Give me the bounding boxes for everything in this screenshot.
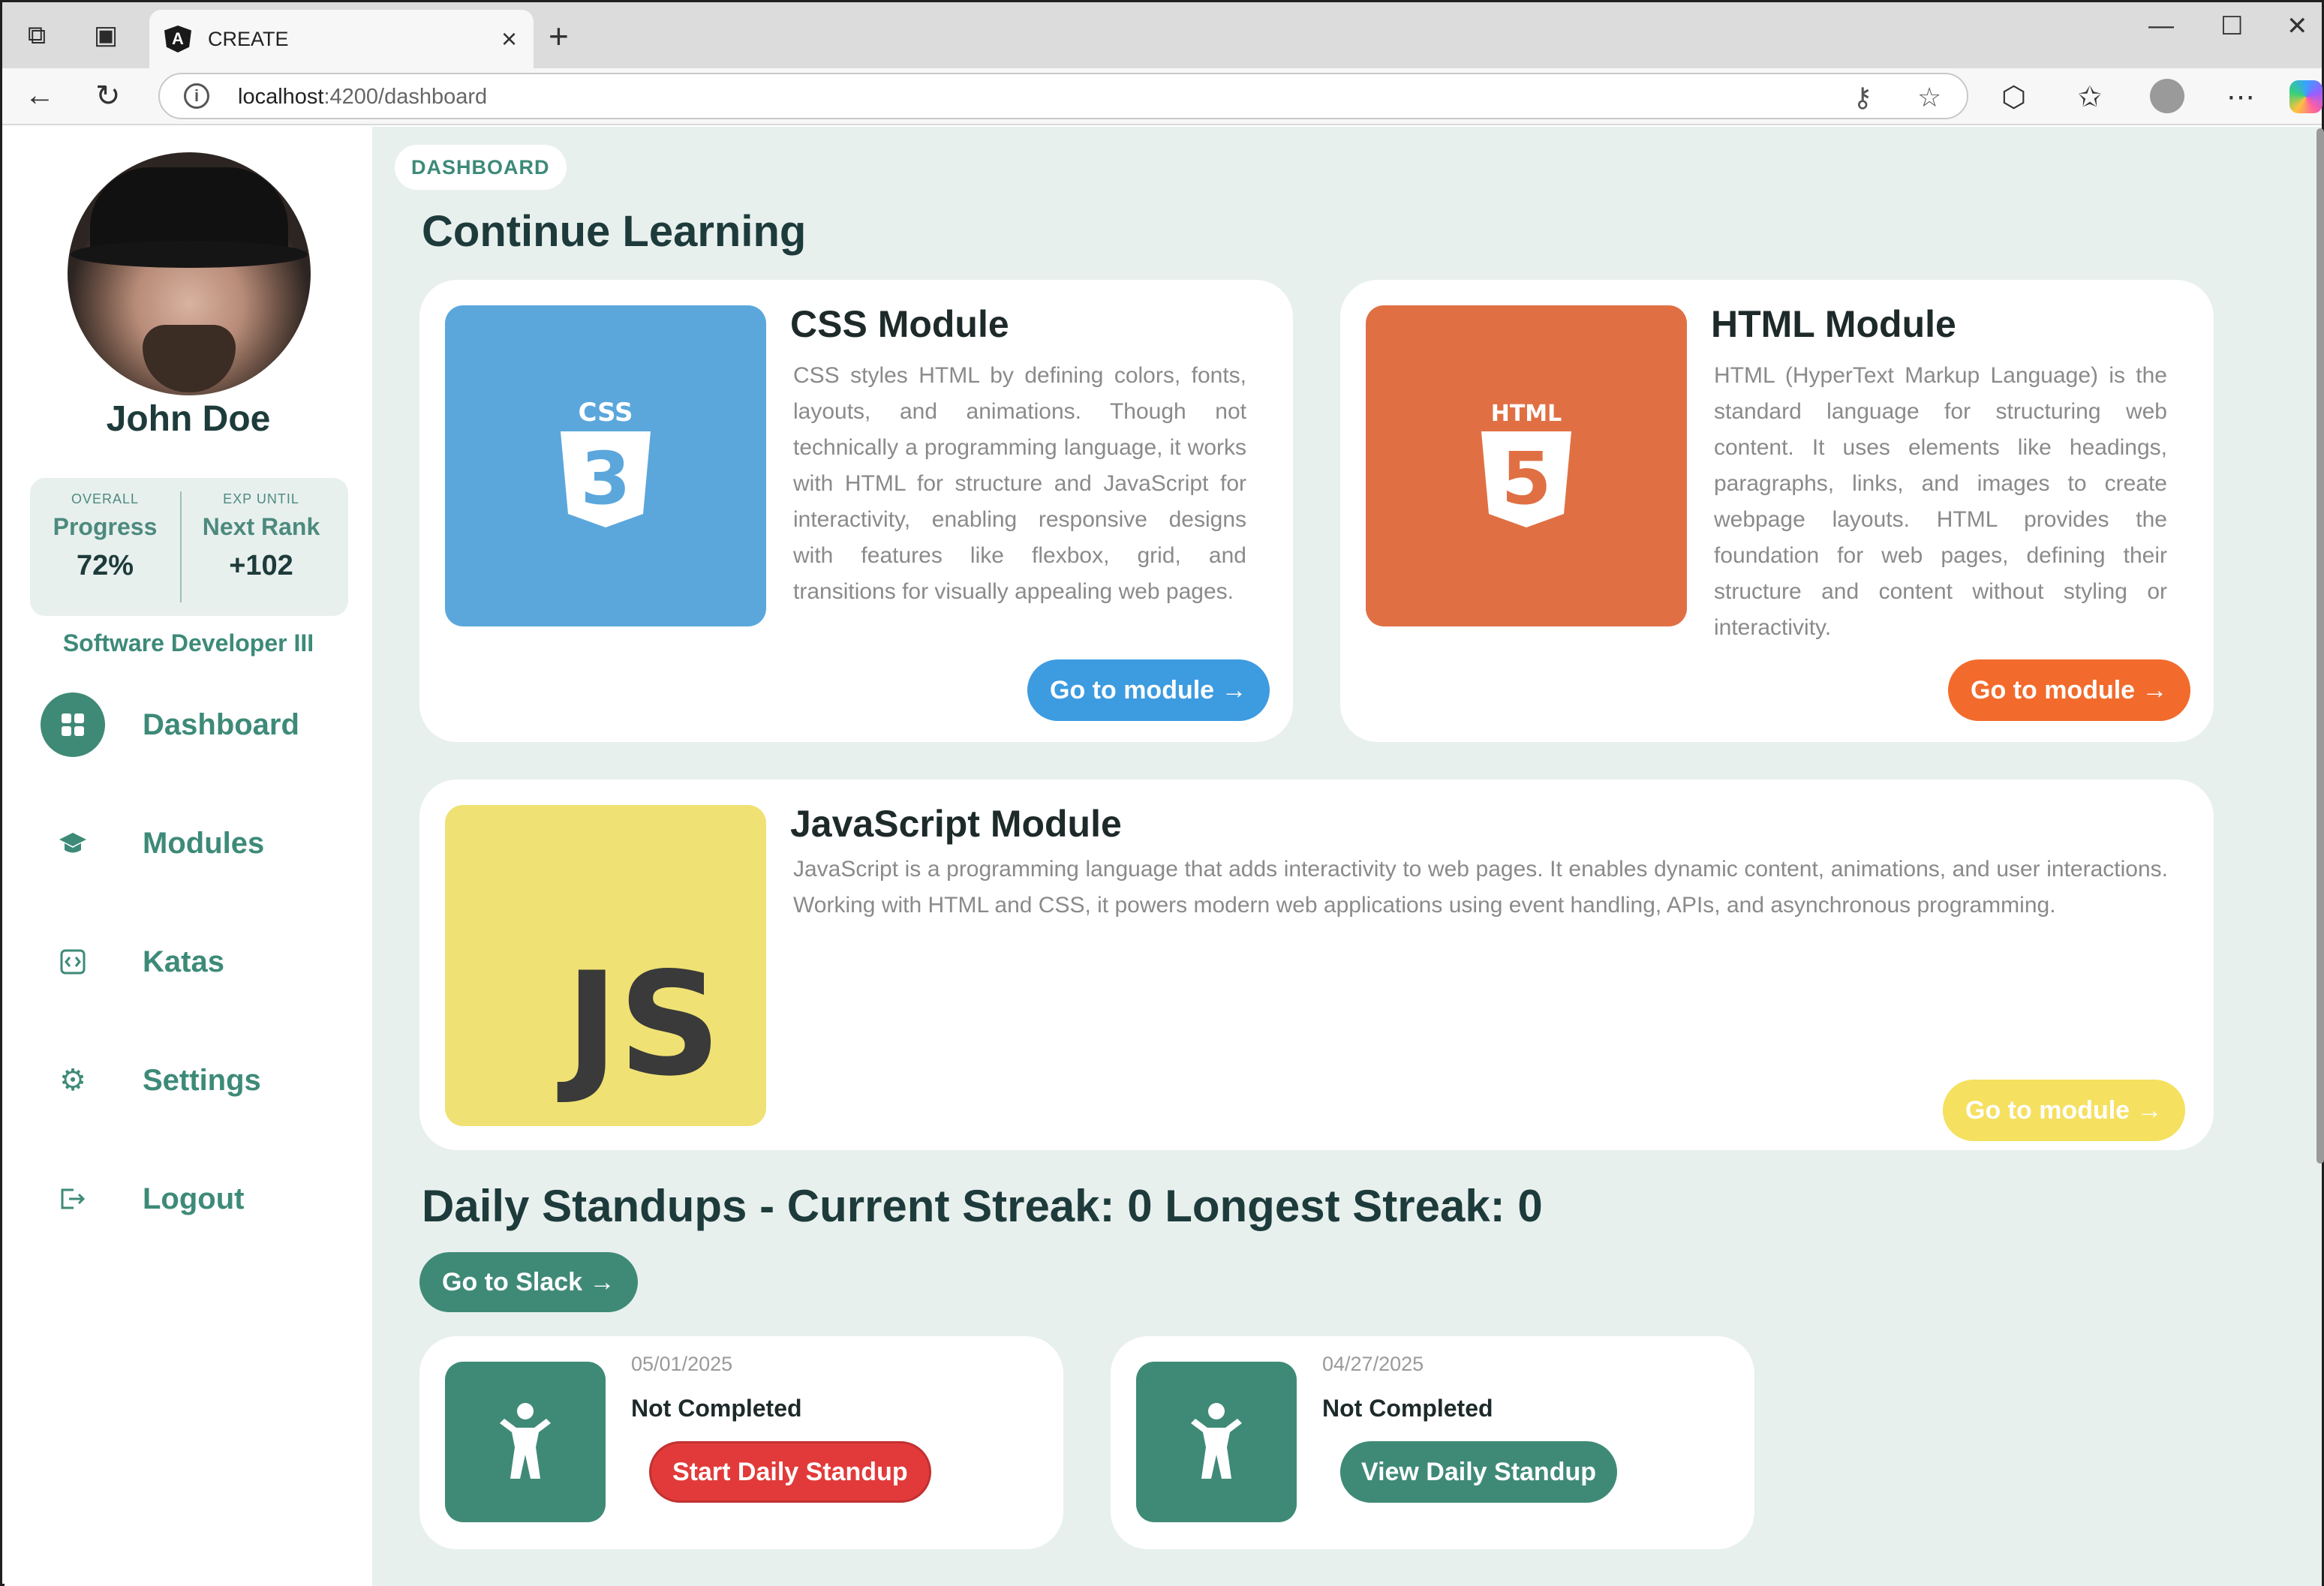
go-to-html-module-button[interactable]: Go to module → [1948, 659, 2190, 721]
url-text: localhost:4200/dashboard [238, 85, 488, 109]
javascript-module-card: JS JavaScript Module JavaScript is a pro… [419, 779, 2214, 1150]
user-name: John Doe [106, 399, 271, 439]
module-description: HTML (HyperText Markup Language) is the … [1714, 363, 2167, 640]
avatar [68, 152, 311, 395]
nav-item-katas[interactable]: Katas [41, 928, 356, 996]
go-to-slack-button[interactable]: Go to Slack → [419, 1252, 638, 1312]
module-description: JavaScript is a programming language tha… [793, 857, 2168, 918]
svg-text:CSS: CSS [578, 398, 633, 428]
address-bar-row: ← ↻ i localhost:4200/dashboard ⚷ ☆ ⬡ ✩ ⋯ [2, 68, 2322, 125]
tab-bar: ⧉ ▣ A CREATE × + — ☐ ✕ [2, 2, 2322, 68]
progress-value: 72% [76, 550, 134, 581]
extensions-icon[interactable]: ⬡ [2001, 80, 2026, 114]
start-daily-standup-button[interactable]: Start Daily Standup [649, 1441, 931, 1503]
html-module-card: HTML 5 HTML Module HTML (HyperText Marku… [1340, 280, 2214, 742]
js-logo-icon: JS [445, 805, 766, 1126]
tab-title: CREATE [208, 27, 289, 50]
avatar-hat-brim [71, 241, 308, 268]
page-scrollbar[interactable] [2316, 128, 2324, 1164]
browser-tab[interactable]: A CREATE × [149, 10, 534, 68]
more-menu-icon[interactable]: ⋯ [2226, 80, 2255, 114]
page-title: Continue Learning [422, 207, 807, 256]
html5-logo-icon: HTML 5 [1366, 305, 1687, 626]
main-content: DASHBOARD Continue Learning CSS 3 CSS Mo… [372, 127, 2322, 1586]
favorites-icon[interactable]: ✩ [2078, 80, 2102, 114]
gear-icon: ⚙ [59, 1064, 86, 1097]
url-field[interactable]: i localhost:4200/dashboard ⚷ ☆ [158, 73, 1968, 119]
tab-close-icon[interactable]: × [501, 23, 517, 55]
browser-window: ⧉ ▣ A CREATE × + — ☐ ✕ ← ↻ i localhost:4… [0, 0, 2324, 1586]
avatar-beard [143, 325, 236, 392]
favorite-star-icon[interactable]: ☆ [1917, 82, 1941, 113]
person-icon [1136, 1362, 1297, 1522]
view-daily-standup-button[interactable]: View Daily Standup [1340, 1441, 1618, 1503]
code-icon [41, 930, 105, 994]
module-title: HTML Module [1711, 303, 1956, 345]
key-icon[interactable]: ⚷ [1853, 82, 1872, 113]
new-tab-icon[interactable]: + [549, 16, 569, 56]
css3-logo-icon: CSS 3 [445, 305, 766, 626]
svg-text:3: 3 [581, 437, 631, 521]
standups-heading: Daily Standups - Current Streak: 0 Longe… [422, 1181, 1543, 1231]
standup-date: 05/01/2025 [631, 1353, 733, 1375]
copilot-icon[interactable] [2289, 80, 2322, 113]
logout-icon [41, 1167, 105, 1231]
sidebar: John Doe OVERALL Progress 72% EXP UNTIL … [5, 127, 372, 1586]
breadcrumb: DASHBOARD [395, 145, 567, 190]
module-description: CSS styles HTML by defining colors, font… [793, 363, 1246, 604]
go-to-css-module-button[interactable]: Go to module → [1027, 659, 1270, 721]
progress-stat: OVERALL Progress 72% [30, 491, 180, 582]
svg-text:5: 5 [1502, 437, 1552, 521]
workspaces-icon[interactable]: ⧉ [19, 17, 55, 53]
svg-text:HTML: HTML [1491, 401, 1562, 427]
standup-card: 04/27/2025 Not Completed View Daily Stan… [1111, 1336, 1754, 1549]
back-arrow-icon[interactable]: ← [25, 79, 55, 113]
module-title: CSS Module [790, 303, 1009, 345]
window-close-icon[interactable]: ✕ [2286, 11, 2308, 41]
nav-item-modules[interactable]: Modules [41, 810, 356, 877]
rank-stat: EXP UNTIL Next Rank +102 [186, 491, 336, 582]
nav-item-logout[interactable]: Logout [41, 1165, 356, 1233]
maximize-icon[interactable]: ☐ [2220, 11, 2243, 41]
person-icon [445, 1362, 606, 1522]
stats-panel: OVERALL Progress 72% EXP UNTIL Next Rank… [30, 478, 348, 616]
grid-icon [41, 692, 105, 757]
nav-item-dashboard[interactable]: Dashboard [41, 691, 356, 758]
standup-date: 04/27/2025 [1322, 1353, 1424, 1375]
tab-actions-icon[interactable]: ▣ [88, 17, 124, 53]
standup-card: 05/01/2025 Not Completed Start Daily Sta… [419, 1336, 1063, 1549]
rank-value: +102 [229, 550, 293, 581]
go-to-javascript-module-button[interactable]: Go to module → [1943, 1080, 2185, 1141]
standup-status: Not Completed [631, 1395, 802, 1422]
browser-profile-icon[interactable] [2150, 79, 2184, 113]
angular-favicon-icon: A [164, 26, 191, 53]
stats-divider [180, 491, 182, 602]
minimize-icon[interactable]: — [2148, 11, 2174, 41]
site-info-icon[interactable]: i [184, 83, 209, 109]
reload-icon[interactable]: ↻ [95, 79, 121, 113]
module-title: JavaScript Module [790, 803, 1122, 845]
standup-status: Not Completed [1322, 1395, 1493, 1422]
graduation-cap-icon [41, 811, 105, 876]
user-role: Software Developer III [62, 629, 314, 656]
css-module-card: CSS 3 CSS Module CSS styles HTML by defi… [419, 280, 1293, 742]
nav-item-settings[interactable]: ⚙ Settings [41, 1047, 356, 1114]
